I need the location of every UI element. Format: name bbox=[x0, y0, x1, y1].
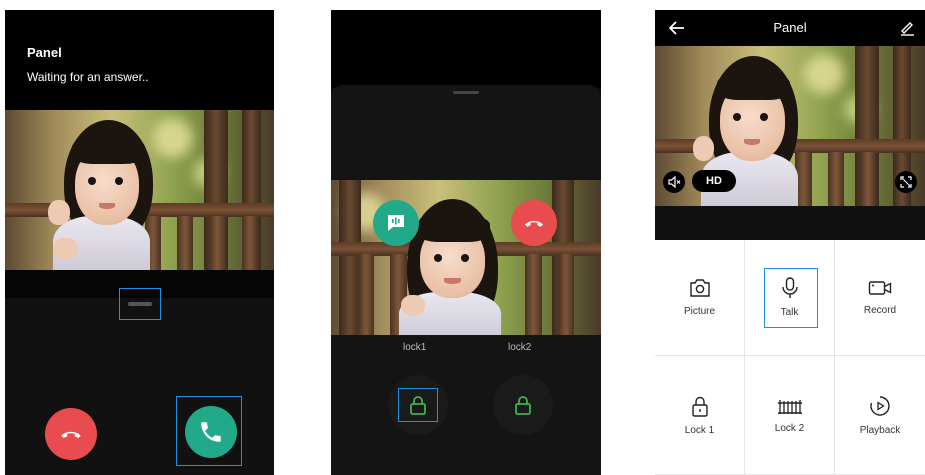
fullscreen-icon bbox=[900, 176, 912, 188]
fullscreen-button[interactable] bbox=[895, 171, 917, 193]
video-bottom-bar bbox=[655, 206, 925, 240]
answer-button[interactable] bbox=[185, 406, 237, 458]
hangup-button[interactable] bbox=[511, 200, 557, 246]
lock2-button[interactable] bbox=[493, 375, 553, 435]
talk-button[interactable] bbox=[373, 200, 419, 246]
picture-action[interactable]: Picture bbox=[655, 240, 745, 356]
call-header bbox=[5, 10, 274, 110]
incoming-call-screen: Panel Waiting for an answer.. bbox=[5, 10, 274, 475]
app-header: Panel bbox=[655, 10, 925, 46]
in-call-screen: lock1 lock2 bbox=[331, 10, 601, 475]
lock-icon bbox=[691, 396, 708, 417]
mute-button[interactable] bbox=[663, 171, 685, 193]
hangup-icon bbox=[525, 221, 543, 227]
camera-preview-image bbox=[331, 180, 601, 335]
lock1-highlight bbox=[398, 388, 438, 422]
panel-detail-screen: Panel HD Picture Talk Record Lock 1 Lock… bbox=[655, 10, 925, 475]
lock2-label: lock2 bbox=[508, 342, 532, 353]
video-camera-icon bbox=[868, 281, 892, 295]
lock2-label: Lock 2 bbox=[774, 422, 805, 434]
edit-button[interactable] bbox=[895, 16, 919, 40]
camera-icon bbox=[689, 279, 710, 297]
hangup-button[interactable] bbox=[45, 408, 97, 460]
call-title: Panel bbox=[27, 45, 62, 60]
lock1-action[interactable]: Lock 1 bbox=[655, 356, 745, 475]
action-grid: Picture Talk Record Lock 1 Lock 2 Playba… bbox=[655, 240, 925, 475]
playback-label: Playback bbox=[859, 424, 901, 436]
talk-action[interactable]: Talk bbox=[745, 240, 835, 356]
playback-icon bbox=[870, 395, 890, 416]
phone-answer-icon bbox=[201, 422, 221, 442]
call-status-text: Waiting for an answer.. bbox=[27, 70, 149, 84]
speaker-mute-icon bbox=[668, 175, 681, 189]
talk-highlight bbox=[764, 268, 818, 328]
quality-toggle[interactable]: HD bbox=[692, 170, 736, 192]
hangup-icon bbox=[61, 431, 81, 439]
record-action[interactable]: Record bbox=[835, 240, 925, 356]
drag-handle-icon bbox=[128, 302, 152, 306]
lock1-label: Lock 1 bbox=[684, 424, 715, 436]
picture-label: Picture bbox=[683, 306, 716, 317]
lock2-action[interactable]: Lock 2 bbox=[745, 356, 835, 475]
page-title: Panel bbox=[773, 20, 807, 35]
pencil-icon bbox=[901, 22, 914, 36]
chat-voice-icon bbox=[388, 215, 404, 231]
swipe-up-handle[interactable] bbox=[119, 288, 161, 320]
top-area bbox=[331, 10, 601, 88]
playback-action[interactable]: Playback bbox=[835, 356, 925, 475]
camera-preview-image bbox=[5, 110, 274, 270]
record-label: Record bbox=[863, 305, 897, 316]
sheet-drag-handle[interactable] bbox=[453, 91, 479, 94]
gate-icon bbox=[777, 399, 802, 414]
lock1-label: lock1 bbox=[403, 342, 427, 353]
lock-icon bbox=[515, 396, 531, 415]
